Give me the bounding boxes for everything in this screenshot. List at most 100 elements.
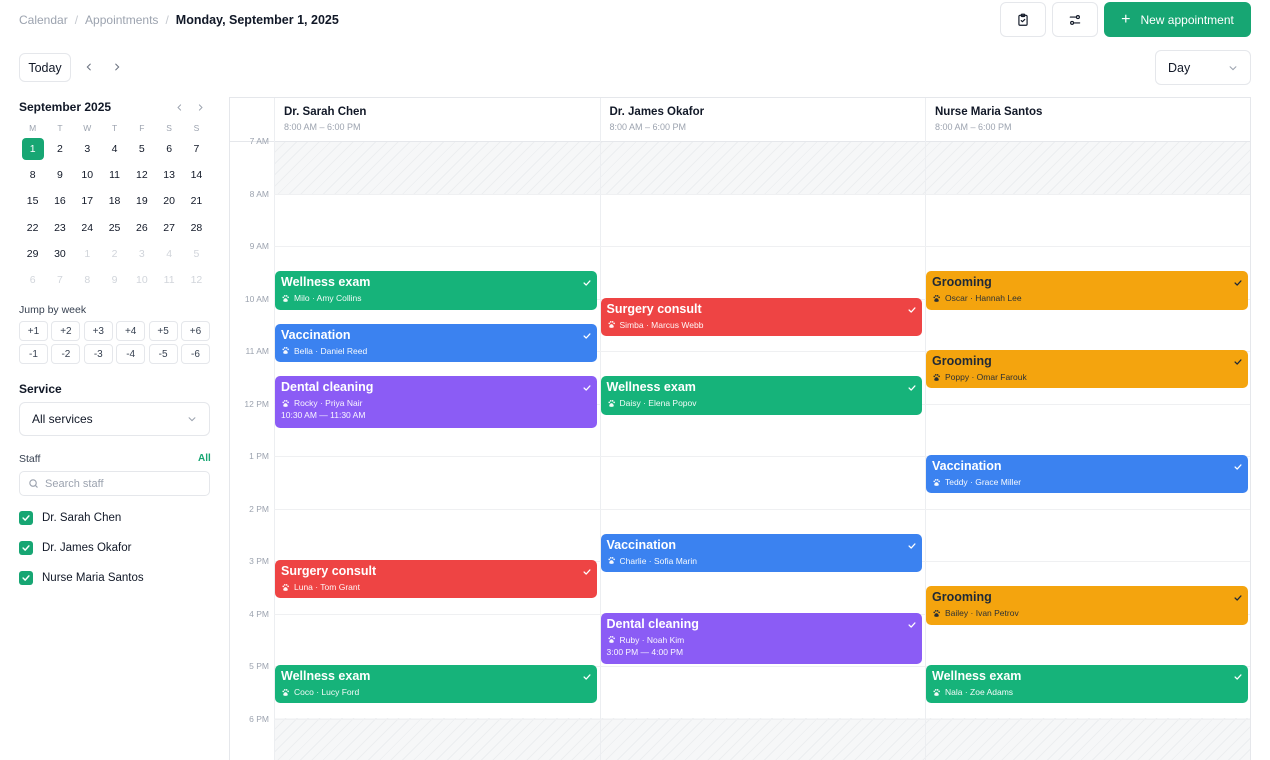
staff-search-input[interactable]: [45, 477, 195, 490]
mini-calendar-day[interactable]: 6: [155, 136, 182, 162]
staff-checkbox-item[interactable]: Dr. Sarah Chen: [19, 511, 121, 525]
mini-calendar-day[interactable]: 15: [19, 188, 46, 214]
jump-back-button[interactable]: -2: [51, 344, 81, 364]
jump-forward-button[interactable]: +2: [51, 321, 81, 341]
appointment-card[interactable]: Wellness exam Nala · Zoe Adams: [926, 665, 1248, 704]
appointment-status: [1233, 459, 1243, 477]
breadcrumb-calendar[interactable]: Calendar: [19, 13, 68, 27]
checkbox-checked[interactable]: [19, 541, 33, 555]
check-icon: [582, 333, 591, 339]
view-select[interactable]: Day: [1155, 50, 1251, 85]
mini-calendar-day[interactable]: 7: [46, 267, 73, 293]
mini-calendar-day[interactable]: 17: [74, 188, 101, 214]
mini-calendar-day[interactable]: 13: [155, 162, 182, 188]
mini-calendar-day[interactable]: 4: [101, 136, 128, 162]
jump-forward-button[interactable]: +4: [116, 321, 146, 341]
breadcrumb-appointments[interactable]: Appointments: [85, 13, 158, 27]
weekday-label: S: [166, 123, 172, 133]
mini-calendar-day[interactable]: 22: [19, 215, 46, 241]
time-label: 12 PM: [244, 398, 269, 409]
next-day-button[interactable]: [107, 57, 127, 77]
appointment-card[interactable]: Surgery consult Simba · Marcus Webb: [600, 297, 922, 336]
jump-forward-button[interactable]: +5: [148, 321, 178, 341]
appointment-card[interactable]: Grooming Bailey · Ivan Petrov: [926, 586, 1248, 625]
staff-checkbox-item[interactable]: Dr. James Okafor: [19, 541, 131, 555]
appointment-card[interactable]: Grooming Poppy · Omar Farouk: [926, 350, 1248, 389]
jump-back-button[interactable]: -6: [180, 344, 210, 364]
mini-calendar-day[interactable]: 19: [128, 188, 155, 214]
mini-calendar-next-button[interactable]: [193, 99, 207, 115]
day-number: 11: [109, 169, 120, 182]
appointment-card[interactable]: Vaccination Teddy · Grace Miller: [926, 455, 1248, 494]
mini-calendar-day[interactable]: 6: [19, 267, 46, 293]
mini-calendar-day-selected[interactable]: 1: [19, 136, 46, 162]
mini-calendar-day[interactable]: 16: [46, 188, 73, 214]
day-number: 12: [190, 274, 203, 287]
checkbox-checked[interactable]: [19, 571, 33, 585]
mini-calendar-day[interactable]: 12: [128, 162, 155, 188]
mini-calendar-day[interactable]: 23: [46, 215, 73, 241]
mini-calendar-day[interactable]: 24: [74, 215, 101, 241]
mini-calendar-day[interactable]: 7: [183, 136, 210, 162]
mini-calendar-day[interactable]: 4: [155, 241, 182, 267]
service-select[interactable]: All services: [19, 402, 210, 436]
mini-calendar-day[interactable]: 26: [128, 215, 155, 241]
mini-calendar-day[interactable]: 3: [128, 241, 155, 267]
staff-search-field[interactable]: [19, 471, 210, 496]
appointment-card[interactable]: Wellness exam Daisy · Elena Popov: [600, 376, 922, 415]
mini-calendar-day[interactable]: 27: [155, 215, 182, 241]
mini-calendar-day[interactable]: 18: [101, 188, 128, 214]
appointment-card[interactable]: Vaccination Charlie · Sofia Marin: [600, 533, 922, 573]
mini-calendar-day[interactable]: 8: [19, 162, 46, 188]
jump-back-button[interactable]: -5: [148, 344, 178, 364]
appointment-card[interactable]: Grooming Oscar · Hannah Lee: [926, 271, 1248, 310]
jump-back-button[interactable]: -3: [83, 344, 113, 364]
jump-forward-button[interactable]: +3: [83, 321, 113, 341]
mini-calendar-day[interactable]: 12: [183, 267, 210, 293]
mini-calendar-day[interactable]: 28: [183, 215, 210, 241]
jump-back-button[interactable]: -1: [19, 344, 48, 364]
staff-checkbox-item[interactable]: Nurse Maria Santos: [19, 571, 144, 585]
mini-calendar-day[interactable]: 1: [74, 241, 101, 267]
mini-calendar-day[interactable]: 29: [19, 241, 46, 267]
mini-calendar-day[interactable]: 8: [74, 267, 101, 293]
mini-calendar-day[interactable]: 10: [128, 267, 155, 293]
filter-settings-button[interactable]: [1052, 2, 1098, 37]
mini-calendar-day[interactable]: 2: [101, 241, 128, 267]
mini-calendar-day[interactable]: 3: [74, 136, 101, 162]
mini-calendar-day[interactable]: 5: [183, 241, 210, 267]
previous-day-button[interactable]: [79, 57, 99, 77]
appointment-card[interactable]: Wellness exam Milo · Amy Collins: [275, 271, 597, 310]
appointment-card[interactable]: Vaccination Bella · Daniel Reed: [275, 323, 597, 363]
mini-calendar-day[interactable]: 20: [155, 188, 182, 214]
mini-calendar-day[interactable]: 9: [46, 162, 73, 188]
appointment-card[interactable]: Wellness exam Coco · Lucy Ford: [275, 665, 597, 704]
staff-column-header: Nurse Maria Santos 8:00 AM – 6:00 PM: [925, 98, 1250, 141]
mini-calendar-day[interactable]: 9: [101, 267, 128, 293]
new-appointment-button[interactable]: + New appointment: [1104, 2, 1251, 37]
jump-forward-button[interactable]: +1: [19, 321, 48, 341]
appointment-card[interactable]: Surgery consult Luna · Tom Grant: [275, 560, 597, 599]
mini-calendar-day[interactable]: 10: [74, 162, 101, 188]
appointment-patient-owner-text: Bailey · Ivan Petrov: [945, 608, 1019, 619]
day-number: 24: [81, 221, 94, 234]
jump-forward-button[interactable]: +6: [180, 321, 210, 341]
mini-calendar-day[interactable]: 2: [46, 136, 73, 162]
appointment-card[interactable]: Dental cleaning Rocky · Priya Nair 10:30 A…: [275, 376, 597, 428]
mini-calendar-day[interactable]: 11: [155, 267, 182, 293]
appointment-card[interactable]: Dental cleaning Ruby · Noah Kim 3:00 PM — …: [600, 612, 922, 664]
mini-calendar-day[interactable]: 5: [128, 136, 155, 162]
mini-calendar-day[interactable]: 21: [183, 188, 210, 214]
staff-select-all-link[interactable]: All: [198, 453, 211, 464]
today-button[interactable]: Today: [19, 53, 71, 82]
checkbox-checked[interactable]: [19, 511, 33, 525]
mini-calendar-prev-button[interactable]: [172, 99, 186, 115]
appointment-patient-owner: Bella · Daniel Reed: [281, 345, 591, 357]
jump-back-button[interactable]: -4: [116, 344, 146, 364]
clipboard-button[interactable]: [1000, 2, 1046, 37]
mini-calendar-day[interactable]: 11: [101, 162, 128, 188]
paw-icon: [607, 636, 615, 643]
mini-calendar-day[interactable]: 30: [46, 241, 73, 267]
mini-calendar-day[interactable]: 14: [183, 162, 210, 188]
mini-calendar-day[interactable]: 25: [101, 215, 128, 241]
